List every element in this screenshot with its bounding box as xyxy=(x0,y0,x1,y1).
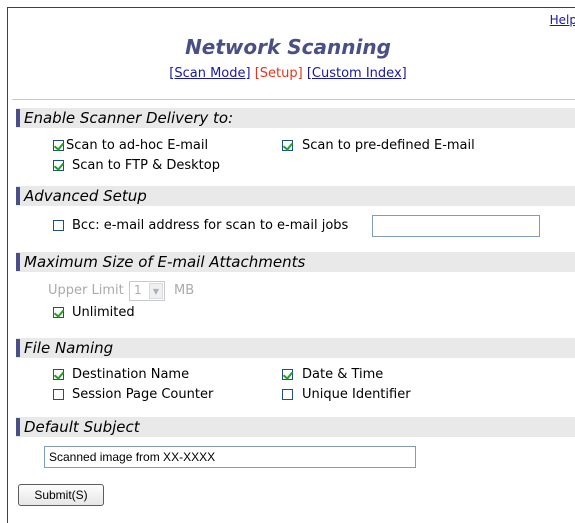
section-title: Enable Scanner Delivery to: xyxy=(24,109,234,127)
bcc-label: Bcc: e-mail address for scan to e-mail j… xyxy=(72,218,349,233)
header-divider xyxy=(12,99,575,100)
unit-label: MB xyxy=(174,283,195,298)
scan-adhoc-email-checkbox[interactable] xyxy=(53,140,64,151)
section-bar xyxy=(16,418,20,436)
bcc-checkbox[interactable] xyxy=(53,220,64,231)
scan-predefined-email-checkbox[interactable] xyxy=(282,140,293,151)
section-bar xyxy=(16,253,20,271)
bcc-email-input[interactable] xyxy=(372,215,540,237)
session-page-counter-checkbox[interactable] xyxy=(53,389,64,400)
date-time-label: Date & Time xyxy=(302,367,384,382)
chevron-down-icon: ▼ xyxy=(149,283,163,299)
page-title: Network Scanning xyxy=(185,35,391,59)
unique-identifier-label: Unique Identifier xyxy=(302,387,411,402)
setup-link[interactable]: [Setup] xyxy=(255,66,303,81)
section-max-size: Maximum Size of E-mail Attachments xyxy=(16,252,575,272)
section-title: File Naming xyxy=(24,339,114,357)
section-title: Default Subject xyxy=(24,418,140,436)
upper-limit-select[interactable]: 1 ▼ xyxy=(129,281,165,301)
upper-limit-label: Upper Limit xyxy=(48,283,124,298)
section-bar xyxy=(16,187,20,205)
custom-index-link[interactable]: [Custom Index] xyxy=(307,66,407,81)
default-subject-input[interactable]: Scanned image from XX-XXXX xyxy=(44,446,416,468)
unlimited-checkbox[interactable] xyxy=(53,307,64,318)
section-enable-delivery: Enable Scanner Delivery to: xyxy=(16,108,575,128)
unlimited-label: Unlimited xyxy=(72,305,135,320)
section-default-subject: Default Subject xyxy=(16,417,575,437)
section-file-naming: File Naming xyxy=(16,338,575,358)
submit-button[interactable]: Submit(S) xyxy=(18,484,104,506)
section-title: Maximum Size of E-mail Attachments xyxy=(24,253,306,271)
page-frame: Help Network Scanning [Scan Mode] [Setup… xyxy=(7,7,575,523)
scan-predefined-email-label: Scan to pre-defined E-mail xyxy=(302,138,475,153)
date-time-checkbox[interactable] xyxy=(282,369,293,380)
scan-mode-link[interactable]: [Scan Mode] xyxy=(169,66,250,81)
section-bar xyxy=(16,339,20,357)
destination-name-checkbox[interactable] xyxy=(53,369,64,380)
unique-identifier-checkbox[interactable] xyxy=(282,389,293,400)
upper-limit-value: 1 xyxy=(134,283,142,297)
destination-name-label: Destination Name xyxy=(72,367,190,382)
nav-links: [Scan Mode] [Setup] [Custom Index] xyxy=(8,66,568,81)
section-bar xyxy=(16,109,20,127)
scan-adhoc-email-label: Scan to ad-hoc E-mail xyxy=(66,138,209,153)
section-advanced-setup: Advanced Setup xyxy=(16,186,575,206)
scan-ftp-desktop-label: Scan to FTP & Desktop xyxy=(72,158,220,173)
help-link[interactable]: Help xyxy=(550,13,575,27)
session-page-counter-label: Session Page Counter xyxy=(72,387,214,402)
section-title: Advanced Setup xyxy=(24,187,147,205)
scan-ftp-desktop-checkbox[interactable] xyxy=(53,160,64,171)
